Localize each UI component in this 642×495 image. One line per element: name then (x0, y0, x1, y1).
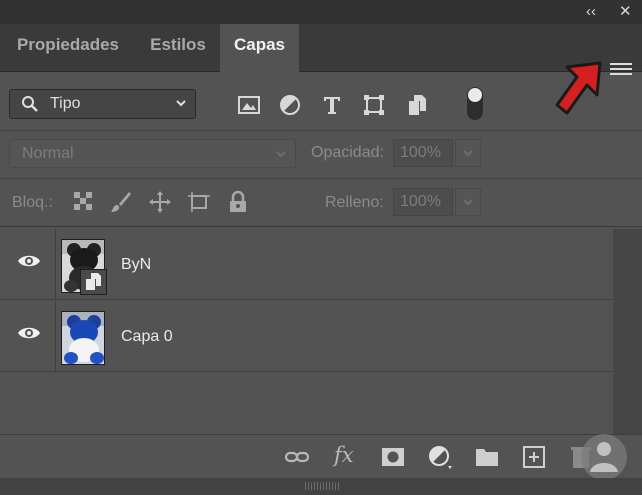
layers-bottom-toolbar: fx (0, 434, 642, 478)
image-filter-icon[interactable] (237, 93, 261, 117)
layer-name[interactable]: ByN (121, 256, 151, 274)
filter-row: Tipo (0, 73, 642, 129)
filter-kind-select[interactable]: Tipo (9, 89, 196, 119)
group-folder-icon[interactable] (474, 444, 500, 470)
lock-position-icon[interactable] (148, 190, 172, 214)
shape-filter-icon[interactable] (362, 93, 386, 117)
lock-row: Bloq.: Relleno: 100% (0, 180, 642, 224)
layers-panel: ‹‹ ✕ Propiedades Estilos Capas Tipo Norm… (0, 0, 642, 495)
logo-icon (581, 434, 627, 480)
layer-thumbnail-capa-0 (61, 311, 105, 365)
lock-image-pixels-icon[interactable] (109, 190, 133, 214)
chevron-down-icon (276, 151, 286, 158)
resize-grip[interactable] (305, 482, 339, 490)
layer-row-capa-0[interactable]: Capa 0 (0, 301, 613, 372)
layers-list: ByN Capa 0 (0, 229, 613, 434)
fill-input[interactable]: 100% (393, 188, 453, 216)
eye-icon[interactable] (17, 325, 41, 341)
smart-object-filter-icon[interactable] (405, 93, 429, 117)
adjustment-layer-icon[interactable] (427, 444, 453, 470)
fill-dropdown[interactable] (455, 188, 481, 216)
close-panel-button[interactable]: ✕ (619, 2, 632, 22)
lock-label: Bloq.: (12, 194, 53, 211)
tab-estilos[interactable]: Estilos (136, 24, 220, 72)
opacity-input[interactable]: 100% (393, 139, 453, 167)
link-layers-icon[interactable] (284, 444, 310, 470)
blend-mode-select[interactable]: Normal (9, 139, 296, 168)
layer-name[interactable]: Capa 0 (121, 328, 173, 346)
panel-tabs: Propiedades Estilos Capas (0, 24, 642, 75)
blend-mode-value: Normal (22, 145, 74, 162)
lock-all-icon[interactable] (226, 190, 250, 214)
lock-transparent-pixels-icon[interactable] (72, 190, 96, 214)
collapse-panel-button[interactable]: ‹‹ (586, 2, 596, 22)
panel-title-bar: ‹‹ ✕ (0, 0, 642, 24)
panel-footer (0, 478, 642, 495)
search-icon (22, 96, 38, 112)
smart-object-badge-icon (80, 269, 107, 295)
tab-capas[interactable]: Capas (220, 24, 299, 73)
layers-scrollbar[interactable] (613, 229, 642, 434)
opacity-dropdown[interactable] (455, 139, 481, 167)
opacity-label: Opacidad: (311, 144, 384, 161)
chevron-down-icon (176, 100, 186, 107)
tab-propiedades[interactable]: Propiedades (0, 24, 136, 72)
new-layer-icon[interactable] (521, 444, 547, 470)
chevron-down-icon (463, 150, 473, 157)
eye-icon[interactable] (17, 253, 41, 269)
type-filter-icon[interactable] (320, 93, 344, 117)
blend-row: Normal Opacidad: 100% (0, 131, 642, 177)
prevent-autonest-icon[interactable] (187, 190, 211, 214)
fill-label: Relleno: (325, 194, 384, 211)
chevron-down-icon (463, 199, 473, 206)
filter-toggle[interactable] (467, 87, 483, 120)
filter-kind-value: Tipo (50, 95, 81, 112)
adjustment-filter-icon[interactable] (278, 93, 302, 117)
mask-icon[interactable] (380, 444, 406, 470)
layer-row-byn[interactable]: ByN (0, 229, 613, 300)
fx-icon[interactable]: fx (334, 443, 354, 467)
